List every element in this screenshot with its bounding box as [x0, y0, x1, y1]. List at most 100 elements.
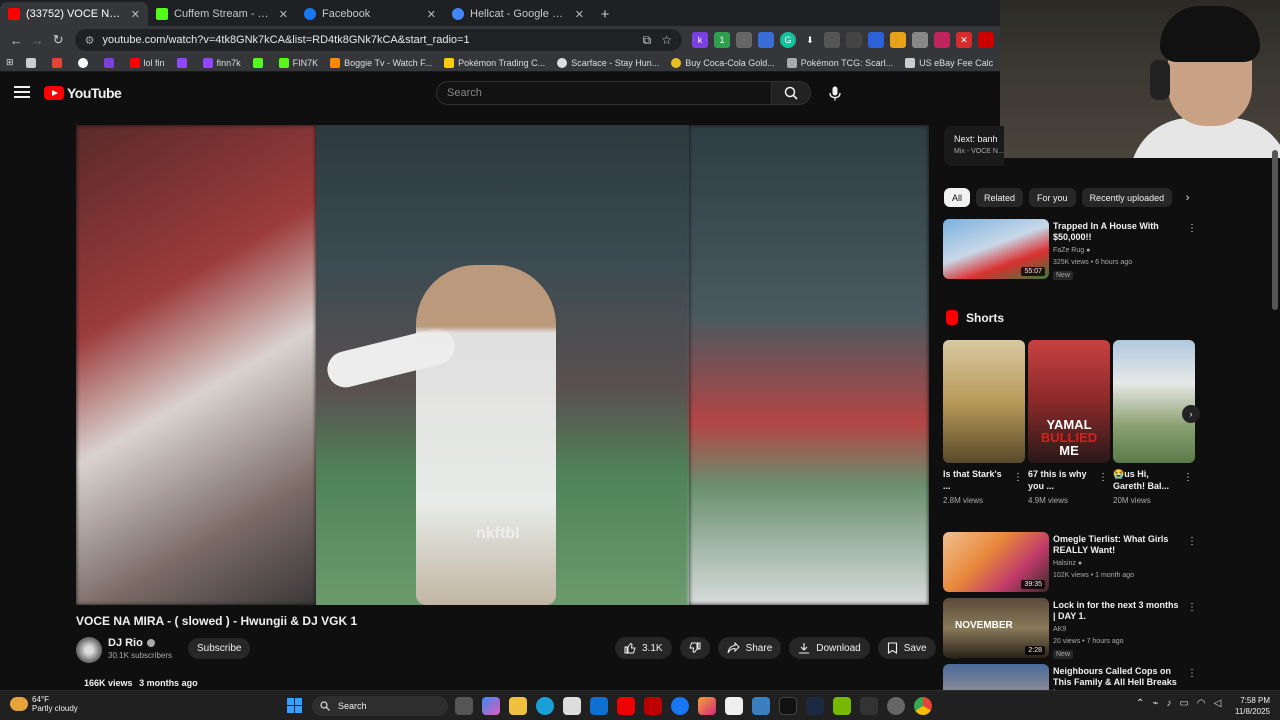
menu-hamburger-icon[interactable]	[14, 86, 30, 98]
instagram-icon[interactable]	[698, 697, 716, 715]
recommendation-channel[interactable]: AK9	[1053, 626, 1066, 633]
tiktok-icon[interactable]	[779, 697, 797, 715]
more-vertical-icon[interactable]: ⋮	[1183, 472, 1193, 483]
extension-icon[interactable]	[757, 32, 774, 48]
nvidia-icon[interactable]	[833, 697, 851, 715]
reload-icon[interactable]: ↻	[48, 32, 69, 48]
recommendation-title[interactable]: Neighbours Called Cops on This Family & …	[1053, 666, 1183, 690]
video-player[interactable]: nkftbl	[76, 125, 929, 605]
short-title[interactable]: 😭us Hi, Gareth! Bal...	[1113, 468, 1179, 492]
chip-related[interactable]: Related	[976, 188, 1024, 207]
recommendation-item[interactable]: 39:35 Omegle Tierlist: What Girls REALLY…	[943, 532, 1243, 592]
more-vertical-icon[interactable]: ⋮	[1098, 472, 1108, 483]
address-bar[interactable]: ⚙ youtube.com/watch?v=4tk8GNk7kCA&list=R…	[74, 29, 682, 51]
dislike-button[interactable]	[679, 637, 710, 659]
search-input[interactable]: Search	[436, 81, 772, 105]
apps-grid-icon[interactable]: ⊞	[6, 57, 14, 68]
voice-search-button[interactable]	[824, 82, 846, 104]
chip-all[interactable]: All	[944, 188, 971, 207]
extension-icon[interactable]	[867, 32, 884, 48]
file-explorer-icon[interactable]	[509, 697, 527, 715]
amazon-icon[interactable]	[725, 697, 743, 715]
more-vertical-icon[interactable]: ⋮	[1187, 536, 1197, 547]
close-tab-icon[interactable]: ✕	[279, 8, 288, 21]
kick-extension-icon[interactable]: k	[691, 32, 708, 48]
recommendation-title[interactable]: Trapped In A House With $50,000!!	[1053, 221, 1183, 243]
bookmark-item[interactable]	[103, 57, 118, 68]
extension-icon[interactable]	[823, 32, 840, 48]
short-title[interactable]: Is that Stark's ...	[943, 468, 1009, 492]
recommendation-title[interactable]: Lock in for the next 3 months | DAY 1.	[1053, 600, 1183, 622]
copilot-icon[interactable]	[482, 697, 500, 715]
microphone-tray-icon[interactable]: ♪	[1166, 698, 1171, 709]
bookmark-item[interactable]: finn7k	[202, 57, 241, 68]
network-icon[interactable]: ⌁	[1152, 698, 1158, 709]
extension-icon[interactable]	[889, 32, 906, 48]
recommendation-item[interactable]: 55:07 Trapped In A House With $50,000!! …	[943, 219, 1243, 280]
search-button[interactable]	[771, 81, 811, 105]
like-button[interactable]: 3.1K	[615, 637, 672, 659]
weather-widget[interactable]: 64°F Partly cloudy	[10, 695, 78, 713]
cast-icon[interactable]: ⧉	[643, 33, 652, 48]
video-thumbnail[interactable]	[943, 664, 1049, 690]
browser-tab-youtube[interactable]: (33752) VOCE NA MIRA - ( slow ✕	[0, 2, 148, 26]
extension-icon[interactable]	[911, 32, 928, 48]
browser-tab-facebook[interactable]: Facebook ✕	[296, 2, 444, 26]
chrome-taskbar-icon[interactable]	[914, 697, 932, 715]
more-vertical-icon[interactable]: ⋮	[1187, 223, 1197, 234]
close-tab-icon[interactable]: ✕	[427, 8, 436, 21]
chevron-up-icon[interactable]: ⌃	[1136, 698, 1144, 709]
extension-icon[interactable]: 1	[713, 32, 730, 48]
video-thumbnail[interactable]: NOVEMBER 2:28	[943, 598, 1049, 658]
extension-icon[interactable]	[735, 32, 752, 48]
subscribe-button[interactable]: Subscribe	[188, 638, 251, 659]
browser-tab-google[interactable]: Hellcat - Google Search ✕	[444, 2, 592, 26]
bookmark-star-icon[interactable]: ☆	[661, 33, 672, 47]
outlook-icon[interactable]	[590, 697, 608, 715]
save-button[interactable]: Save	[877, 637, 936, 659]
chip-for-you[interactable]: For you	[1029, 188, 1076, 207]
back-arrow-icon[interactable]: ←	[6, 33, 27, 48]
more-vertical-icon[interactable]: ⋮	[1013, 472, 1023, 483]
bookmark-item[interactable]	[176, 57, 191, 68]
next-up-panel[interactable]: Next: banh Mix - VOCE N...	[944, 126, 1004, 166]
epic-games-icon[interactable]	[860, 697, 878, 715]
video-thumbnail[interactable]: 39:35	[943, 532, 1049, 592]
bookmark-item[interactable]: Pokémon TCG: Scarl...	[786, 57, 893, 68]
bookmark-item[interactable]: Scarface - Stay Hun...	[557, 57, 659, 68]
bookmark-item[interactable]	[252, 57, 267, 68]
close-tab-icon[interactable]: ✕	[131, 8, 140, 21]
windows-start-icon[interactable]	[287, 698, 302, 713]
bookmark-item[interactable]	[25, 57, 40, 68]
app-icon[interactable]	[752, 697, 770, 715]
new-tab-button[interactable]: +	[592, 2, 618, 26]
youtube-logo[interactable]: YouTube	[44, 85, 122, 101]
forward-arrow-icon[interactable]: →	[27, 33, 48, 48]
download-icon[interactable]: ⬇	[802, 32, 818, 48]
bookmark-item[interactable]: Boggie Tv - Watch F...	[330, 57, 432, 68]
short-thumbnail[interactable]	[943, 340, 1025, 463]
steam-icon[interactable]	[806, 697, 824, 715]
bookmark-item[interactable]: Buy Coca-Cola Gold...	[671, 57, 775, 68]
bookmark-item[interactable]: US eBay Fee Calc	[905, 57, 993, 68]
share-button[interactable]: Share	[717, 637, 782, 659]
download-button[interactable]: Download	[789, 637, 870, 659]
extension-icon[interactable]	[845, 32, 862, 48]
short-thumbnail[interactable]: YAMAL BULLIED ME	[1028, 340, 1110, 463]
grammarly-icon[interactable]: G	[779, 32, 796, 48]
channel-avatar[interactable]	[76, 637, 102, 663]
settings-icon[interactable]	[887, 697, 905, 715]
bookmark-item[interactable]: FIN7K	[278, 57, 318, 68]
more-vertical-icon[interactable]: ⋮	[1187, 668, 1197, 679]
facebook-app-icon[interactable]	[671, 697, 689, 715]
bookmark-item[interactable]	[51, 57, 66, 68]
site-info-icon[interactable]: ⚙	[85, 34, 95, 47]
task-view-icon[interactable]	[455, 697, 473, 715]
taskbar-clock[interactable]: 7:58 PM 11/8/2025	[1226, 695, 1270, 717]
display-icon[interactable]: ▭	[1179, 698, 1188, 709]
browser-tab-kick[interactable]: Cuffem Stream - Watch Live on ✕	[148, 2, 296, 26]
volume-icon[interactable]: ◁	[1214, 698, 1222, 709]
recommendation-channel[interactable]: Halsinz ●	[1053, 560, 1082, 567]
recommendation-item[interactable]: Neighbours Called Cops on This Family & …	[943, 664, 1243, 690]
extension-icon[interactable]: ✕	[955, 32, 972, 48]
